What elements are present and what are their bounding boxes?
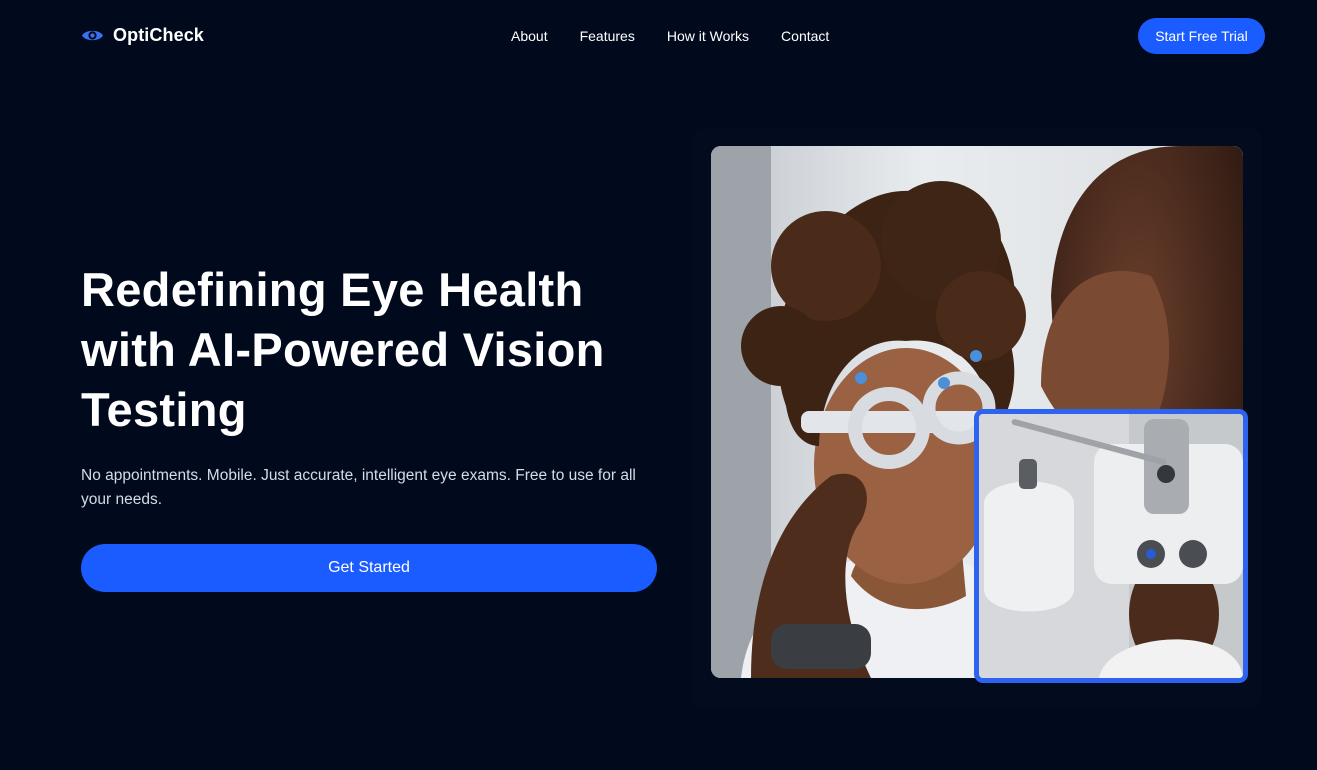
hero-title: Redefining Eye Health with AI-Powered Vi… — [81, 263, 605, 436]
brand-name: OptiCheck — [113, 25, 204, 45]
hero-phoropter-photo — [974, 409, 1248, 683]
get-started-button[interactable]: Get Started — [81, 544, 657, 592]
nav-link-about[interactable]: About — [511, 28, 548, 44]
nav-links: About Features How it Works Contact — [511, 28, 829, 44]
start-free-trial-button[interactable]: Start Free Trial — [1138, 18, 1265, 54]
nav-link-how-it-works[interactable]: How it Works — [667, 28, 749, 44]
eye-icon — [81, 30, 104, 41]
hero-subtitle: No appointments. Mobile. Just accurate, … — [81, 467, 636, 508]
nav-link-contact[interactable]: Contact — [781, 28, 829, 44]
top-navbar: OptiCheck About Features How it Works Co… — [0, 0, 1317, 72]
brand-logo[interactable]: OptiCheck — [81, 24, 204, 47]
nav-link-features[interactable]: Features — [580, 28, 635, 44]
